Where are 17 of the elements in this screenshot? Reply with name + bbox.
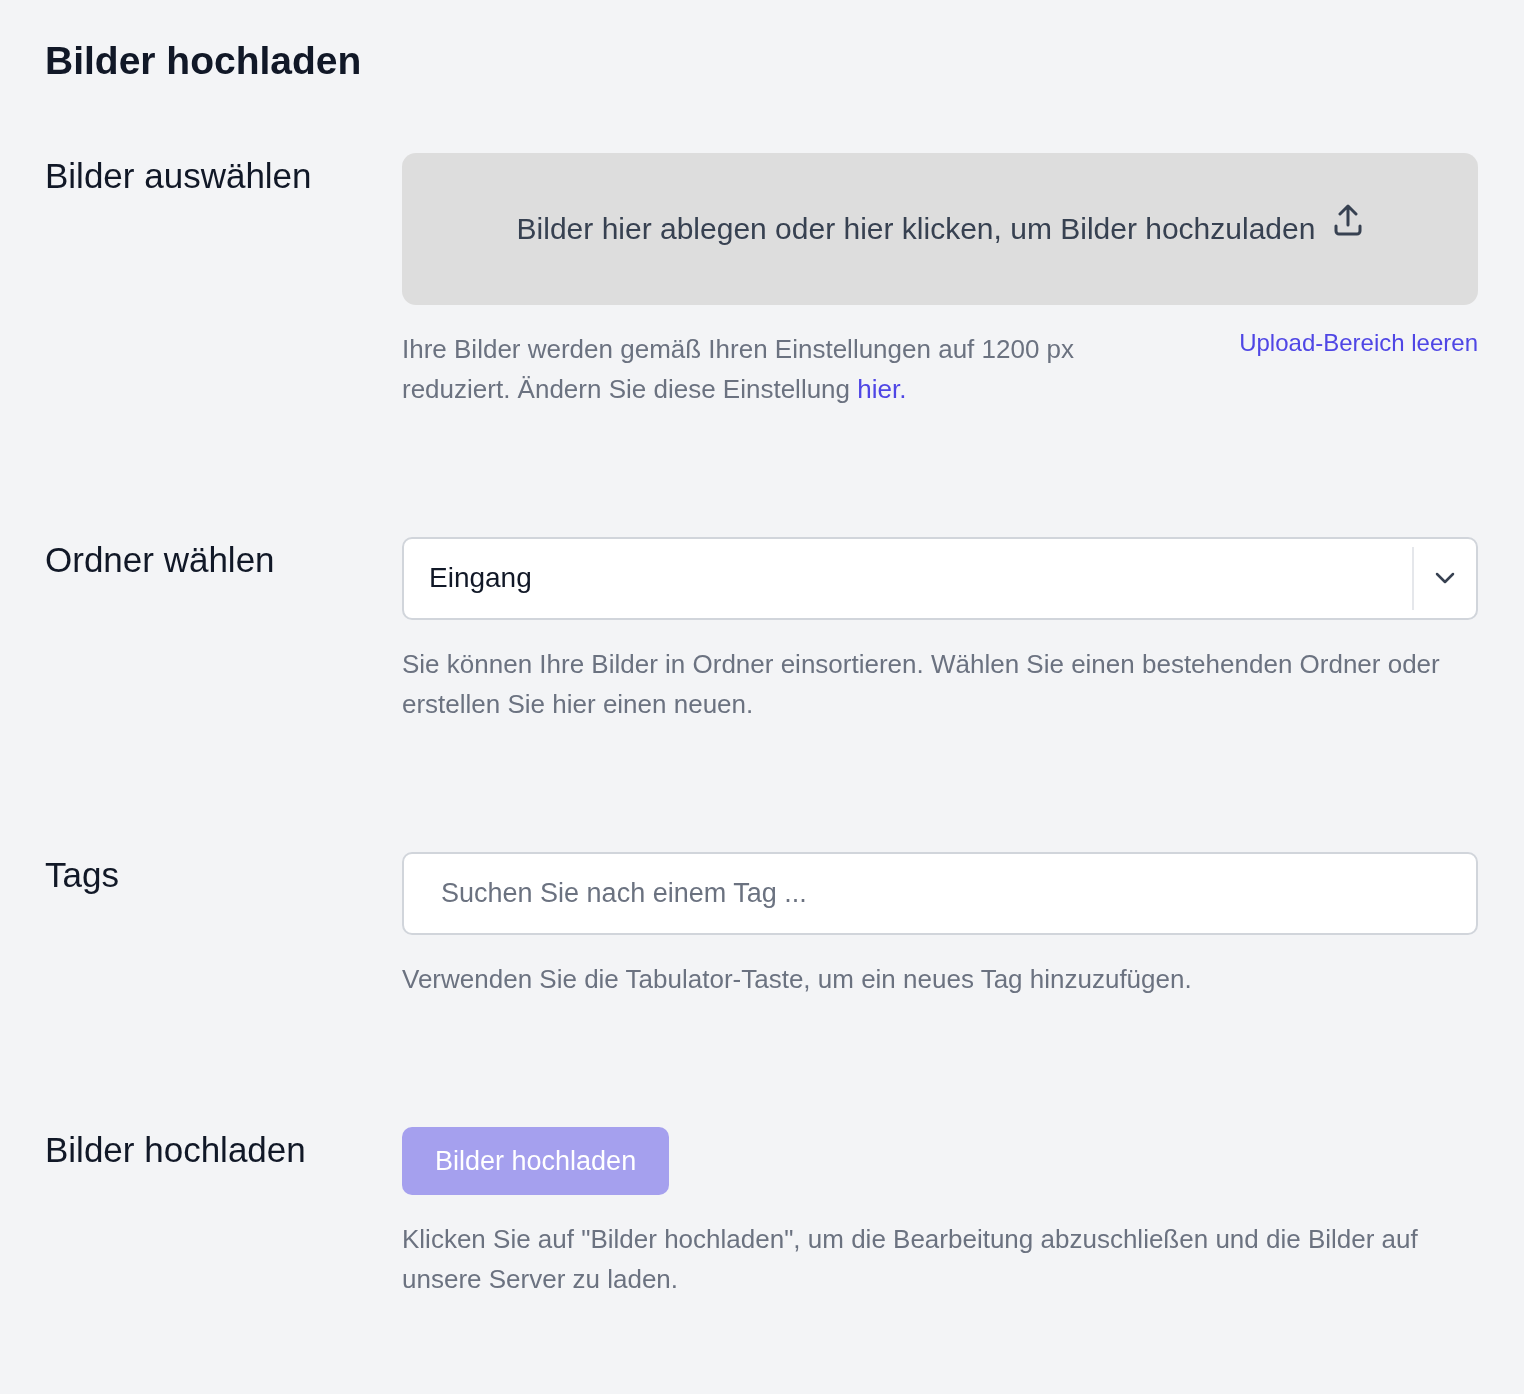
clear-upload-link[interactable]: Upload-Bereich leeren bbox=[1239, 328, 1478, 358]
help-text: Sie können Ihre Bilder in Ordner einsortieren. Wählen Sie einen bestehenden Ordner oder erstellen Sie hier einen neuen. bbox=[402, 647, 1441, 721]
section-label: Bilder auswählen bbox=[45, 154, 313, 197]
settings-link[interactable]: hier. bbox=[857, 373, 907, 404]
chevron-down-icon bbox=[1435, 572, 1455, 585]
section-label: Bilder hochladen bbox=[45, 1128, 307, 1171]
tag-search-field[interactable]: Suchen Sie nach einem Tag ... bbox=[402, 851, 1478, 935]
help-text: Verwenden Sie die Tabulator-Taste, um ein neues Tag hinzuzufügen. bbox=[402, 962, 1193, 996]
folder-select[interactable]: Eingang bbox=[402, 536, 1478, 620]
upload-dropzone[interactable]: Bilder hier ablegen oder hier klicken, um Bilder hochzuladen bbox=[402, 152, 1478, 305]
help-text: Ihre Bilder werden gemäß Ihren Einstellungen auf 1200 px reduziert. Ändern Sie diese Einstellung hier. bbox=[402, 332, 1076, 406]
section-label: Tags bbox=[45, 853, 120, 896]
section-label: Ordner wählen bbox=[45, 538, 276, 581]
dropzone-text: Bilder hier ablegen oder hier klicken, um Bilder hochzuladen bbox=[516, 211, 1316, 248]
help-text: Klicken Sie auf "Bilder hochladen", um die Bearbeitung abzuschließen und die Bilder auf unsere Server zu laden. bbox=[402, 1223, 1419, 1297]
page-title: Bilder hochladen bbox=[45, 38, 363, 84]
upload-icon bbox=[1333, 203, 1364, 236]
